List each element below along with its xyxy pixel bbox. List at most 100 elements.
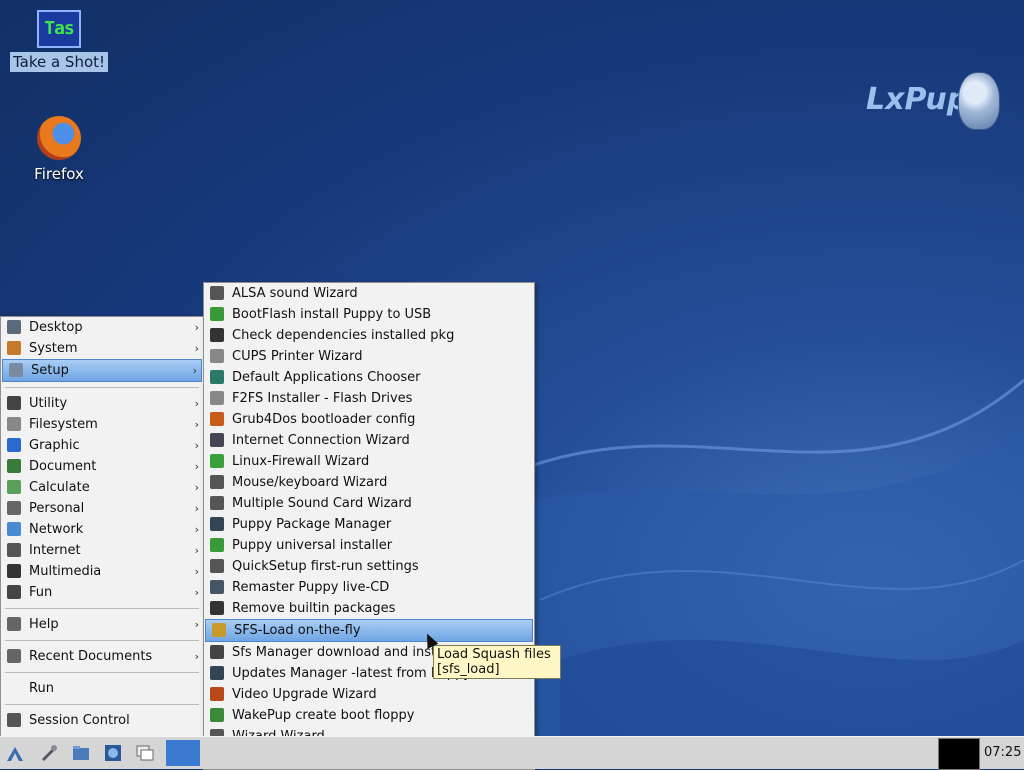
menu-item-graphic[interactable]: Graphic › [1, 435, 203, 456]
setup-item-cups-printer-wizard[interactable]: CUPS Printer Wizard [204, 346, 534, 367]
tooltip-line-2: [sfs_load] [437, 662, 500, 677]
menu-item-internet[interactable]: Internet › [1, 540, 203, 561]
setup-item-video-upgrade-wizard[interactable]: Video Upgrade Wizard [204, 684, 534, 705]
menu-item-label: Puppy Package Manager [232, 517, 392, 532]
utility-icon [7, 396, 21, 410]
setup-submenu: ALSA sound Wizard BootFlash install Puppy… [203, 282, 535, 770]
setup-item-puppy-package-manager[interactable]: Puppy Package Manager [204, 514, 534, 535]
chevron-right-icon: › [194, 439, 199, 452]
network-icon [7, 522, 21, 536]
setup-item-alsa-sound-wizard[interactable]: ALSA sound Wizard [204, 283, 534, 304]
shield-icon [210, 454, 224, 468]
menu-item-setup[interactable]: Setup › [2, 359, 202, 382]
menu-item-run[interactable]: Run [1, 678, 203, 699]
menu-item-label: Calculate [29, 480, 90, 495]
calculate-icon [7, 480, 21, 494]
menu-item-label: Recent Documents [29, 649, 153, 664]
windows-button[interactable] [132, 740, 158, 766]
desktop-pager-button[interactable] [166, 740, 200, 766]
file-manager-button[interactable] [68, 740, 94, 766]
menu-separator [5, 672, 199, 673]
desktop-icon-label: Firefox [34, 165, 84, 183]
cpu-monitor [938, 738, 980, 770]
setup-item-bootflash-install-puppy-to-usb[interactable]: BootFlash install Puppy to USB [204, 304, 534, 325]
sound-card-icon [210, 496, 224, 510]
menu-item-label: BootFlash install Puppy to USB [232, 307, 432, 322]
recent-icon [7, 649, 21, 663]
setup-item-puppy-universal-installer[interactable]: Puppy universal installer [204, 535, 534, 556]
menu-item-label: System [29, 341, 78, 356]
desktop-icon [7, 320, 21, 334]
network-monitor-icon [105, 745, 121, 761]
menu-separator [5, 640, 199, 641]
start-menu-button[interactable] [2, 740, 28, 766]
main-menu: Desktop › System › Setup › Utility › Filesystem ›… [0, 316, 204, 737]
menu-item-label: Help [29, 617, 59, 632]
menu-item-personal[interactable]: Personal › [1, 498, 203, 519]
menu-item-utility[interactable]: Utility › [1, 393, 203, 414]
menu-item-session-control[interactable]: Session Control [1, 710, 203, 731]
setup-item-default-applications-chooser[interactable]: Default Applications Chooser [204, 367, 534, 388]
menu-item-label: Sfs Manager download and install [232, 645, 452, 660]
menu-item-calculate[interactable]: Calculate › [1, 477, 203, 498]
tools-button[interactable] [36, 740, 62, 766]
menu-item-help[interactable]: Help › [1, 614, 203, 635]
menu-item-filesystem[interactable]: Filesystem › [1, 414, 203, 435]
menu-item-recent-documents[interactable]: Recent Documents › [1, 646, 203, 667]
menu-item-label: Multiple Sound Card Wizard [232, 496, 412, 511]
setup-item-multiple-sound-card-wizard[interactable]: Multiple Sound Card Wizard [204, 493, 534, 514]
lxpup-logo: LxPup [866, 72, 1006, 136]
chevron-right-icon: › [194, 650, 199, 663]
menu-item-network[interactable]: Network › [1, 519, 203, 540]
setup-item-remaster-puppy-live-cd[interactable]: Remaster Puppy live-CD [204, 577, 534, 598]
file-manager-icon [73, 746, 89, 760]
desktop-icon-take-a-shot[interactable]: Tas Take a Shot! [4, 10, 114, 72]
setup-item-internet-connection-wizard[interactable]: Internet Connection Wizard [204, 430, 534, 451]
setup-item-mouse-keyboard-wizard[interactable]: Mouse/keyboard Wizard [204, 472, 534, 493]
menu-item-label: Internet [29, 543, 81, 558]
tools-icon [42, 745, 57, 761]
filesystem-icon [7, 417, 21, 431]
network-monitor-button[interactable] [100, 740, 126, 766]
setup-item-quicksetup-first-run-settings[interactable]: QuickSetup first-run settings [204, 556, 534, 577]
setup-item-f2fs-installer-flash-drives[interactable]: F2FS Installer - Flash Drives [204, 388, 534, 409]
setup-item-linux-firewall-wizard[interactable]: Linux-Firewall Wizard [204, 451, 534, 472]
menu-item-label: SFS-Load on-the-fly [234, 623, 361, 638]
chevron-right-icon: › [194, 618, 199, 631]
installer-icon [210, 538, 224, 552]
updates-icon [210, 666, 224, 680]
help-icon [7, 617, 21, 631]
chooser-icon [210, 370, 224, 384]
menu-item-system[interactable]: System › [1, 338, 203, 359]
menu-item-fun[interactable]: Fun › [1, 582, 203, 603]
menu-item-label: Filesystem [29, 417, 98, 432]
setup-item-remove-builtin-packages[interactable]: Remove builtin packages [204, 598, 534, 619]
menu-item-label: Setup [31, 363, 69, 378]
menu-item-desktop[interactable]: Desktop › [1, 317, 203, 338]
printer-icon [210, 349, 224, 363]
chevron-right-icon: › [194, 418, 199, 431]
multimedia-icon [7, 564, 21, 578]
setup-item-sfs-load-on-the-fly[interactable]: SFS-Load on-the-fly [205, 619, 533, 642]
menu-item-label: Mouse/keyboard Wizard [232, 475, 388, 490]
menu-item-label: Grub4Dos bootloader config [232, 412, 416, 427]
chevron-right-icon: › [194, 321, 199, 334]
internet-icon [7, 543, 21, 557]
setup-item-check-dependencies-installed-pkg[interactable]: Check dependencies installed pkg [204, 325, 534, 346]
setup-item-wakepup-create-boot-floppy[interactable]: WakePup create boot floppy [204, 705, 534, 726]
chevron-right-icon: › [192, 364, 197, 377]
remove-package-icon [210, 601, 224, 615]
chevron-right-icon: › [194, 544, 199, 557]
sfs-manager-icon [210, 645, 224, 659]
setup-item-grub4dos-bootloader-config[interactable]: Grub4Dos bootloader config [204, 409, 534, 430]
menu-item-multimedia[interactable]: Multimedia › [1, 561, 203, 582]
system-icon [7, 341, 21, 355]
desktop-icon-label: Take a Shot! [9, 52, 109, 72]
clock[interactable]: 07:25 [984, 737, 1021, 769]
tooltip: Load Squash files [sfs_load] [433, 645, 561, 679]
menu-item-label: QuickSetup first-run settings [232, 559, 419, 574]
remaster-icon [210, 580, 224, 594]
menu-item-label: WakePup create boot floppy [232, 708, 415, 723]
menu-item-document[interactable]: Document › [1, 456, 203, 477]
desktop-icon-firefox[interactable]: Firefox [4, 116, 114, 184]
